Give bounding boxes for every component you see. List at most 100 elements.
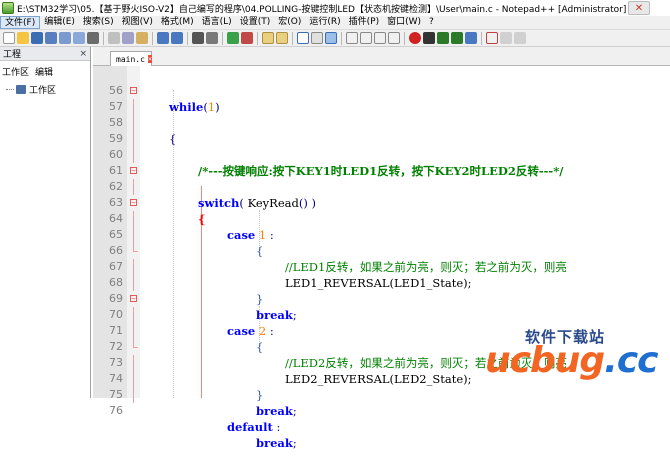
menu-run[interactable]: 运行(R) <box>305 16 344 29</box>
fold-guide <box>133 99 134 115</box>
print-icon[interactable] <box>87 32 99 44</box>
toolbar-separator <box>481 31 482 45</box>
fold-guide <box>133 275 134 291</box>
sync-scroll-vertical-icon[interactable] <box>262 32 274 44</box>
tab-main-c[interactable]: main.c × <box>110 51 153 66</box>
indent-guide-icon[interactable] <box>325 32 337 44</box>
code-line-70: 70 − { <box>93 291 670 354</box>
function-list-icon[interactable] <box>360 32 372 44</box>
toolbar-separator <box>341 31 342 45</box>
folder-as-workspace-icon[interactable] <box>374 32 386 44</box>
toolbar-separator <box>187 31 188 45</box>
menu-search[interactable]: 搜索(S) <box>79 16 118 29</box>
copy-icon[interactable] <box>122 32 134 44</box>
fold-guide <box>133 323 134 339</box>
menu-format[interactable]: 格式(M) <box>157 16 198 29</box>
menu-file[interactable]: 文件(F) <box>0 16 41 29</box>
tree-item-workspace[interactable]: 工作区 <box>0 83 90 96</box>
code-text: default : <box>227 420 281 434</box>
fold-guide <box>133 147 134 163</box>
menu-language[interactable]: 语言(L) <box>198 16 236 29</box>
open-file-icon[interactable] <box>17 32 29 44</box>
find-icon[interactable] <box>192 32 204 44</box>
watermark-brand-suffix: .cc <box>604 340 658 381</box>
edit-menu[interactable]: 编辑 <box>35 65 53 78</box>
project-panel-title: 工程 <box>3 50 22 60</box>
plugin-tool-icon[interactable] <box>500 32 512 44</box>
fold-guide <box>133 387 134 403</box>
save-macro-icon[interactable] <box>465 32 477 44</box>
toolbar-separator <box>404 31 405 45</box>
code-line-64: 64 − { <box>93 195 670 258</box>
code-text: break; <box>256 436 297 450</box>
save-icon[interactable] <box>31 32 43 44</box>
zoom-out-icon[interactable] <box>241 32 253 44</box>
menu-edit[interactable]: 编辑(E) <box>40 16 79 29</box>
cut-icon[interactable] <box>108 32 120 44</box>
fold-end-marker <box>133 243 138 252</box>
plugin-tool-2-icon[interactable] <box>514 32 526 44</box>
paste-icon[interactable] <box>136 32 148 44</box>
watermark-brand-name: ucbug <box>485 340 605 381</box>
workspace-folder-icon <box>16 85 26 94</box>
fold-toggle-icon[interactable]: − <box>130 295 137 302</box>
fold-guide <box>133 371 134 387</box>
workspace-menu[interactable]: 工作区 <box>2 65 29 78</box>
fold-guide <box>133 115 134 131</box>
code-line-60: 60 <box>93 131 670 161</box>
run-macro-multiple-icon[interactable] <box>451 32 463 44</box>
code-line-59: 59 /*---按键响应:按下KEY1时LED1反转，按下KEY2时LED2反转… <box>93 115 670 178</box>
toolbar-separator <box>152 31 153 45</box>
zoom-in-icon[interactable] <box>227 32 239 44</box>
redo-icon[interactable] <box>171 32 183 44</box>
fold-toggle-icon[interactable]: − <box>130 199 137 206</box>
fold-end-marker <box>133 339 138 348</box>
close-window-button[interactable]: ✕ <box>628 1 650 15</box>
fold-guide <box>133 131 134 147</box>
code-line-69: 69 case 2 : <box>93 275 670 338</box>
toolbar <box>0 30 670 47</box>
fold-guide <box>133 227 134 243</box>
menu-macro[interactable]: 宏(O) <box>274 16 305 29</box>
save-all-icon[interactable] <box>45 32 57 44</box>
fold-guide <box>133 259 134 275</box>
menu-bar: 文件(F) 编辑(E) 搜索(S) 视图(V) 格式(M) 语言(L) 设置(T… <box>0 16 670 30</box>
menu-settings[interactable]: 设置(T) <box>236 16 275 29</box>
code-line-57: 57 − { <box>93 83 670 146</box>
close-file-icon[interactable] <box>59 32 71 44</box>
code-line-58: 58 <box>93 99 670 129</box>
undo-icon[interactable] <box>157 32 169 44</box>
menu-help[interactable]: ? <box>425 16 438 29</box>
fold-toggle-icon[interactable]: − <box>130 167 137 174</box>
code-line-56: 56 while(1) <box>93 67 670 114</box>
toolbar-separator <box>222 31 223 45</box>
project-panel-close-button[interactable]: × <box>79 49 87 59</box>
menu-view[interactable]: 视图(V) <box>118 16 157 29</box>
show-all-characters-icon[interactable] <box>311 32 323 44</box>
toolbar-separator <box>257 31 258 45</box>
play-macro-icon[interactable] <box>437 32 449 44</box>
code-line-67: 67 } <box>93 243 670 306</box>
menu-window[interactable]: 窗口(W) <box>383 16 425 29</box>
record-macro-icon[interactable] <box>409 32 421 44</box>
notepad-plus-plus-icon <box>2 2 14 14</box>
menu-plugins[interactable]: 插件(P) <box>345 16 383 29</box>
word-wrap-icon[interactable] <box>297 32 309 44</box>
close-all-icon[interactable] <box>73 32 85 44</box>
sync-scroll-horizontal-icon[interactable] <box>276 32 288 44</box>
tab-close-icon[interactable]: × <box>147 55 153 63</box>
stop-macro-icon[interactable] <box>423 32 435 44</box>
title-bar: E:\STM32学习\05.【基于野火ISO-V2】自己编写的程序\04.POL… <box>0 0 670 16</box>
replace-icon[interactable] <box>206 32 218 44</box>
monitoring-icon[interactable] <box>388 32 400 44</box>
project-panel-header: 工程 × <box>0 47 90 61</box>
window-title: E:\STM32学习\05.【基于野火ISO-V2】自己编写的程序\04.POL… <box>17 4 627 15</box>
spell-check-icon[interactable] <box>486 32 498 44</box>
document-map-icon[interactable] <box>346 32 358 44</box>
new-file-icon[interactable] <box>3 32 15 44</box>
fold-toggle-icon[interactable]: − <box>130 87 137 94</box>
toolbar-separator <box>292 31 293 45</box>
watermark-brand: ucbug.cc <box>485 340 659 381</box>
code-text: break; <box>256 404 297 418</box>
fold-guide <box>133 211 134 227</box>
